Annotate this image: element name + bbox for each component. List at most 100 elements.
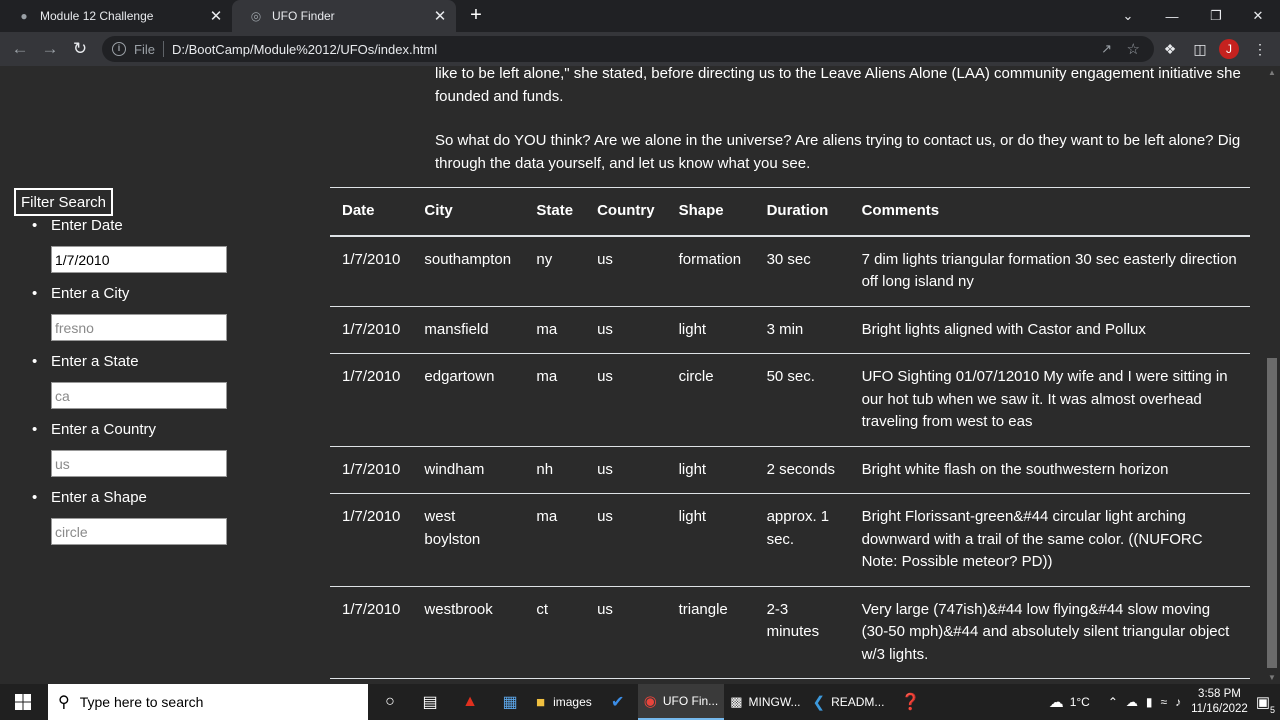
acrobat-icon[interactable]: ▲ xyxy=(450,684,490,720)
cell-country: us xyxy=(585,586,667,679)
filter-item-city: Enter a City xyxy=(14,284,264,341)
taskbar-app-mingw[interactable]: ▩ MINGW... xyxy=(724,684,806,720)
column-header-comments: Comments xyxy=(849,187,1250,237)
cell-duration: approx. 1 sec. xyxy=(754,493,850,587)
cell-date: 1/7/2010 xyxy=(330,306,413,354)
cell-country: us xyxy=(585,235,667,307)
system-tray: ☁ 1°C ⌃ ☁ ▮ ≈ ♪ 3:58 PM 11/16/2022 ▣ 5 xyxy=(1049,684,1280,720)
info-icon[interactable]: i xyxy=(112,42,126,56)
notifications-icon[interactable]: ▣ 5 xyxy=(1256,693,1275,715)
table-header-row: Date City State Country Shape Duration C… xyxy=(330,187,1250,237)
ufo-sightings-table: Date City State Country Shape Duration C… xyxy=(330,187,1250,679)
app-label: UFO Fin... xyxy=(662,694,719,708)
cell-duration: 2 seconds xyxy=(754,446,850,494)
cell-comments: Bright lights aligned with Castor and Po… xyxy=(849,306,1250,354)
terminal-icon: ▩ xyxy=(730,694,743,709)
taskbar-app-chrome[interactable]: ◉ UFO Fin... xyxy=(637,684,725,720)
close-tab-icon[interactable]: ✕ xyxy=(428,7,452,25)
filter-label: Enter a City xyxy=(51,285,130,302)
back-arrow-icon[interactable]: ← xyxy=(8,37,32,61)
cell-shape: triangle xyxy=(666,586,755,679)
menu-kebab-icon[interactable]: ⋮ xyxy=(1248,37,1272,61)
onedrive-cloud-icon[interactable]: ☁ xyxy=(1126,695,1138,709)
task-view-icon[interactable]: ▤ xyxy=(410,684,450,720)
reload-icon[interactable]: ↻ xyxy=(68,37,92,61)
cell-city: westbrook xyxy=(412,586,525,679)
state-input[interactable] xyxy=(51,382,227,409)
volume-icon[interactable]: ♪ xyxy=(1175,695,1181,709)
taskbar-clock[interactable]: 3:58 PM 11/16/2022 xyxy=(1191,687,1248,717)
close-window-button[interactable]: ✕ xyxy=(1236,0,1280,32)
filter-item-date: Enter Date xyxy=(14,216,264,273)
table-row: 1/7/2010 westbrook ct us triangle 2-3 mi… xyxy=(330,586,1250,679)
date-input[interactable] xyxy=(51,246,227,273)
shape-input[interactable] xyxy=(51,518,227,545)
battery-icon[interactable]: ▮ xyxy=(1146,695,1153,709)
cell-country: us xyxy=(585,493,667,587)
forward-arrow-icon[interactable]: → xyxy=(38,37,62,61)
side-panel-icon[interactable]: ◫ xyxy=(1188,37,1212,61)
cell-comments: 7 dim lights triangular formation 30 sec… xyxy=(849,235,1250,307)
column-header-date: Date xyxy=(330,187,413,237)
column-header-shape: Shape xyxy=(666,187,755,237)
wifi-icon[interactable]: ≈ xyxy=(1161,695,1168,709)
filter-search-button[interactable]: Filter Search xyxy=(14,188,114,216)
cell-shape: formation xyxy=(666,235,755,307)
cortana-icon[interactable]: ○ xyxy=(370,684,410,720)
cell-city: west boylston xyxy=(412,493,525,587)
scrollbar-thumb[interactable] xyxy=(1267,358,1277,668)
cell-comments: Bright Florissant-green&#44 circular lig… xyxy=(849,493,1250,587)
cell-comments: UFO Sighting 01/07/12010 My wife and I w… xyxy=(849,353,1250,447)
minimize-button[interactable]: — xyxy=(1150,0,1194,32)
column-header-city: City xyxy=(412,187,525,237)
tab-search-chevron-icon[interactable]: ⌄ xyxy=(1106,0,1150,32)
filter-label: Enter a Shape xyxy=(51,489,147,506)
cell-city: windham xyxy=(412,446,525,494)
profile-avatar[interactable]: J xyxy=(1219,39,1239,59)
taskbar-search-box[interactable]: ⚲ Type here to search xyxy=(48,684,368,720)
cell-state: ct xyxy=(524,586,586,679)
scroll-down-arrow-icon[interactable]: ▼ xyxy=(1268,673,1276,682)
chevron-up-icon[interactable]: ⌃ xyxy=(1108,695,1118,709)
clock-date: 11/16/2022 xyxy=(1191,703,1248,715)
bookmark-star-icon[interactable]: ☆ xyxy=(1127,40,1140,58)
cell-state: ma xyxy=(524,493,586,587)
cell-shape: light xyxy=(666,493,755,587)
tab-module-12-challenge[interactable]: ● Module 12 Challenge ✕ xyxy=(0,0,232,32)
filter-label: Enter a State xyxy=(51,353,139,370)
city-input[interactable] xyxy=(51,314,227,341)
address-bar[interactable]: i File D:/BootCamp/Module%2012/UFOs/inde… xyxy=(102,36,1154,62)
share-icon[interactable]: ↗ xyxy=(1101,41,1112,57)
cell-city: mansfield xyxy=(412,306,525,354)
taskbar-app-vscode[interactable]: ❮ READM... xyxy=(806,684,890,720)
help-icon[interactable]: ❓ xyxy=(890,684,930,720)
store-icon[interactable]: ▦ xyxy=(490,684,530,720)
cell-city: southampton xyxy=(412,235,525,307)
filter-label: Enter a Country xyxy=(51,421,157,438)
cell-country: us xyxy=(585,353,667,447)
tab-ufo-finder[interactable]: ◎ UFO Finder ✕ xyxy=(232,0,456,32)
taskbar-apps: ○ ▤ ▲ ▦ ■ images ✔ ◉ UFO Fin... ▩ MINGW.… xyxy=(370,684,930,720)
filter-panel: Filter Search Enter Date Enter a City En… xyxy=(14,188,264,556)
table-row: 1/7/2010 mansfield ma us light 3 min Bri… xyxy=(330,306,1250,354)
cell-state: ma xyxy=(524,353,586,447)
vscode-icon: ❮ xyxy=(812,694,826,711)
cell-duration: 50 sec. xyxy=(754,353,850,447)
restore-button[interactable]: ❐ xyxy=(1194,0,1238,32)
windows-start-icon[interactable] xyxy=(0,684,46,720)
scroll-up-arrow-icon[interactable]: ▲ xyxy=(1268,68,1276,77)
country-input[interactable] xyxy=(51,450,227,477)
article-paragraph: like to be left alone," she stated, befo… xyxy=(435,66,1241,105)
todo-check-icon[interactable]: ✔ xyxy=(598,684,638,720)
cell-state: ma xyxy=(524,306,586,354)
vertical-scrollbar[interactable]: ▲ ▼ xyxy=(1264,66,1280,684)
cell-shape: light xyxy=(666,446,755,494)
filter-item-country: Enter a Country xyxy=(14,420,264,477)
weather-temp[interactable]: 1°C xyxy=(1070,695,1090,709)
extensions-puzzle-icon[interactable]: ❖ xyxy=(1158,37,1182,61)
taskbar-app-images[interactable]: ■ images xyxy=(530,684,598,720)
divider xyxy=(162,41,164,57)
close-tab-icon[interactable]: ✕ xyxy=(204,7,228,25)
url-text[interactable]: D:/BootCamp/Module%2012/UFOs/index.html xyxy=(172,42,437,57)
new-tab-button[interactable]: + xyxy=(464,4,488,28)
